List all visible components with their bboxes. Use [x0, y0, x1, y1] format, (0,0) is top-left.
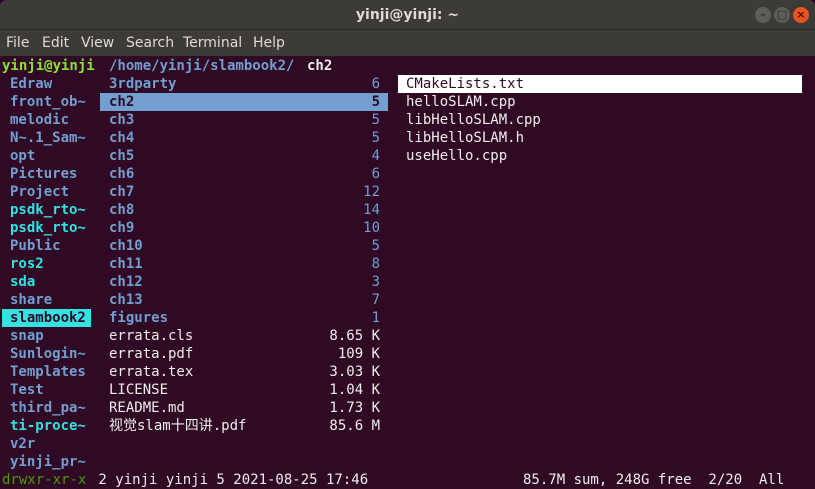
current-list-item[interactable]: errata.cls	[109, 327, 193, 345]
parent-list-item[interactable]: N~.1_Sam~	[10, 129, 86, 147]
current-list-item-selected[interactable]: ch2	[109, 93, 134, 111]
parent-list-item[interactable]: Templates	[10, 363, 86, 381]
current-list-item[interactable]: LICENSE	[109, 381, 168, 399]
parent-list-item[interactable]: Test	[10, 381, 44, 399]
menu-file[interactable]: File	[6, 30, 29, 56]
current-item-size-selected[interactable]: 5	[300, 93, 380, 111]
current-list-item[interactable]: ch13	[109, 291, 143, 309]
current-list-item[interactable]: README.md	[109, 399, 185, 417]
current-item-size[interactable]: 10	[300, 219, 380, 237]
parent-list-item[interactable]: ros2	[10, 255, 44, 273]
current-list-item[interactable]: ch12	[109, 273, 143, 291]
parent-list-item[interactable]: third_pa~	[10, 399, 86, 417]
current-item-size[interactable]: 6	[300, 165, 380, 183]
parent-list-item[interactable]: psdk_rto~	[10, 201, 86, 219]
path-current: ch2	[307, 58, 333, 74]
menu-view[interactable]: View	[81, 30, 114, 56]
current-item-size[interactable]: 8	[300, 255, 380, 273]
terminal-window: yinji@yinji: ~ – □ × File Edit View Sear…	[0, 0, 815, 489]
path-prefix: /home/yinji/slambook2/	[109, 58, 295, 74]
parent-list-item[interactable]: snap	[10, 327, 44, 345]
menu-search[interactable]: Search	[126, 30, 174, 56]
current-item-size[interactable]: 5	[300, 111, 380, 129]
parent-list-item[interactable]: melodic	[10, 111, 69, 129]
preview-list-item[interactable]: helloSLAM.cpp	[406, 93, 516, 111]
current-list-item[interactable]: ch5	[109, 147, 134, 165]
current-item-size[interactable]: 1.73 K	[300, 399, 380, 417]
current-list-item[interactable]: 3rdparty	[109, 75, 176, 93]
terminal-content[interactable]: yinji@yinji /home/yinji/slambook2/ ch2 E…	[0, 56, 815, 489]
parent-list-item[interactable]: Edraw	[10, 75, 52, 93]
menu-bar: File Edit View Search Terminal Help	[0, 30, 815, 56]
parent-list-item[interactable]: Sunlogin~	[10, 345, 86, 363]
current-list-item[interactable]: ch7	[109, 183, 134, 201]
close-icon[interactable]: ×	[793, 7, 809, 23]
status-summary: 85.7M sum, 248G free 2/20 All	[523, 472, 785, 488]
current-item-size[interactable]: 4	[300, 147, 380, 165]
current-list-item[interactable]: ch9	[109, 219, 134, 237]
current-item-size[interactable]: 14	[300, 201, 380, 219]
parent-list-item[interactable]: ti-proce~	[10, 417, 86, 435]
current-list-item[interactable]: 视觉slam十四讲.pdf	[109, 417, 246, 435]
current-item-size[interactable]: 109 K	[300, 345, 380, 363]
minimize-icon[interactable]: –	[755, 7, 771, 23]
current-list-item[interactable]: errata.tex	[109, 363, 193, 381]
status-permissions: drwxr-xr-x	[2, 472, 87, 488]
user-host: yinji@yinji	[2, 58, 95, 74]
current-item-size[interactable]: 1	[300, 309, 380, 327]
parent-list-item[interactable]: v2r	[10, 435, 35, 453]
current-list-item[interactable]: ch4	[109, 129, 134, 147]
parent-list-item[interactable]: share	[10, 291, 52, 309]
parent-list-item[interactable]: Project	[10, 183, 69, 201]
preview-list-item-selected[interactable]: CMakeLists.txt	[406, 75, 524, 93]
current-item-size[interactable]: 7	[300, 291, 380, 309]
current-item-size[interactable]: 3.03 K	[300, 363, 380, 381]
preview-list-item[interactable]: libHelloSLAM.h	[406, 129, 524, 147]
current-list-item[interactable]: ch3	[109, 111, 134, 129]
parent-list-item[interactable]: front_ob~	[10, 93, 86, 111]
title-bar[interactable]: yinji@yinji: ~ – □ ×	[0, 0, 815, 30]
current-item-size[interactable]: 3	[300, 273, 380, 291]
current-list-item[interactable]: ch10	[109, 237, 143, 255]
window-title: yinji@yinji: ~	[355, 7, 460, 23]
parent-list-item[interactable]: opt	[10, 147, 35, 165]
current-item-size[interactable]: 8.65 K	[300, 327, 380, 345]
current-item-size[interactable]: 85.6 M	[300, 417, 380, 435]
menu-help[interactable]: Help	[253, 30, 285, 56]
current-item-size[interactable]: 1.04 K	[300, 381, 380, 399]
parent-list-item[interactable]: Pictures	[10, 165, 77, 183]
preview-list-item[interactable]: libHelloSLAM.cpp	[406, 111, 541, 129]
parent-list-item[interactable]: Public	[10, 237, 61, 255]
maximize-icon[interactable]: □	[774, 7, 790, 23]
current-list-item[interactable]: errata.pdf	[109, 345, 193, 363]
parent-list-item[interactable]: psdk_rto~	[10, 219, 86, 237]
parent-list-item[interactable]: sda	[10, 273, 35, 291]
current-item-size[interactable]: 5	[300, 129, 380, 147]
current-list-item[interactable]: figures	[109, 309, 168, 327]
current-list-item[interactable]: ch6	[109, 165, 134, 183]
menu-edit[interactable]: Edit	[42, 30, 69, 56]
parent-list-item-selected[interactable]: slambook2	[10, 309, 86, 327]
menu-terminal[interactable]: Terminal	[183, 30, 242, 56]
current-item-size[interactable]: 5	[300, 237, 380, 255]
status-info: 2 yinji yinji 5 2021-08-25 17:46	[90, 472, 369, 488]
current-list-item[interactable]: ch8	[109, 201, 134, 219]
current-list-item[interactable]: ch11	[109, 255, 143, 273]
preview-list-item[interactable]: useHello.cpp	[406, 147, 507, 165]
current-item-size[interactable]: 6	[300, 75, 380, 93]
current-item-size[interactable]: 12	[300, 183, 380, 201]
parent-list-item[interactable]: yinji_pr~	[10, 453, 86, 471]
